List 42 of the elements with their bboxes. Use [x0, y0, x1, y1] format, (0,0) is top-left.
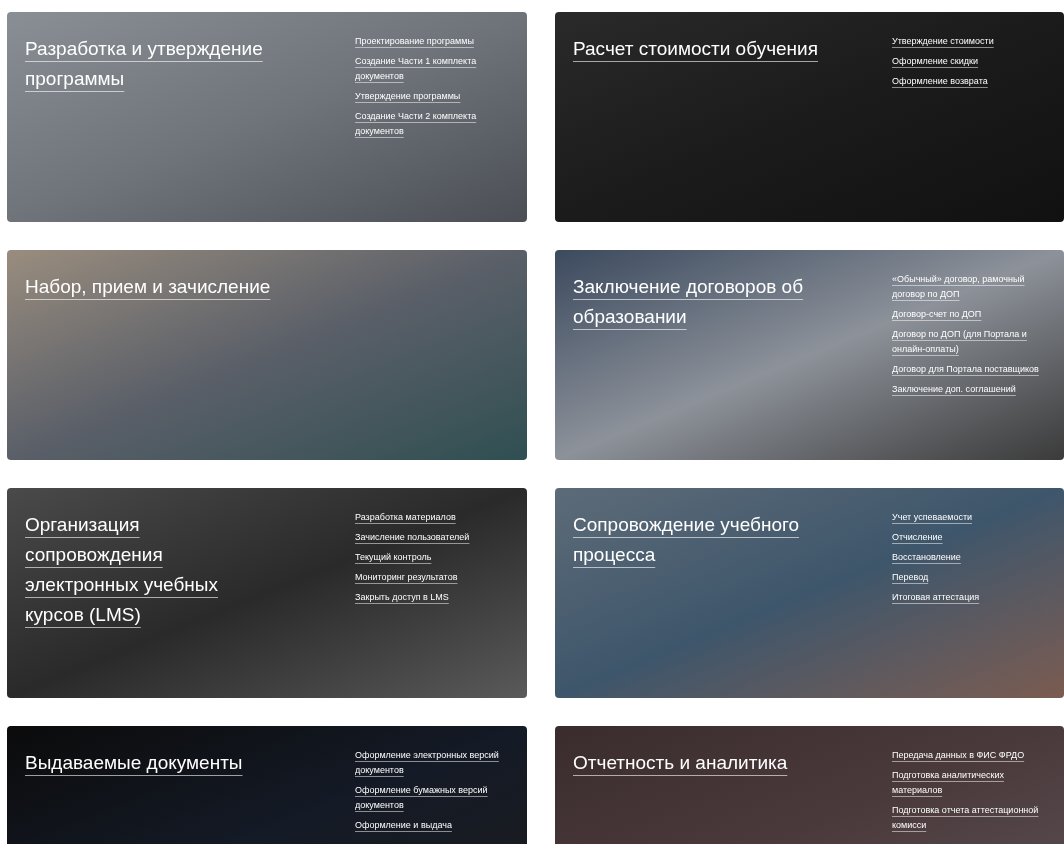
card-title[interactable]: Сопровождение учебного процесса: [573, 510, 828, 570]
card-link[interactable]: Договор по ДОП (для Портала и онлайн-оплаты): [892, 327, 1054, 357]
card-link[interactable]: Оформление возврата: [892, 74, 1054, 89]
card-link[interactable]: Утверждение программы: [355, 89, 517, 104]
card-link[interactable]: Оформление скидки: [892, 54, 1054, 69]
card-title[interactable]: Организация сопровождения электронных учебных курсов (LMS): [25, 510, 280, 630]
card-title[interactable]: Разработка и утверждение программы: [25, 34, 280, 94]
card-link[interactable]: Восстановление: [892, 550, 1054, 565]
card-title[interactable]: Заключение договоров об образовании: [573, 272, 828, 332]
card-link[interactable]: Утверждение стоимости: [892, 34, 1054, 49]
photo-card[interactable]: Сопровождение учебного процесса Учет успеваемости Отчисление Восстановление Перевод Итоговая аттестация: [555, 488, 1064, 698]
card-link[interactable]: Подготовка аналитических материалов: [892, 768, 1054, 798]
card-link[interactable]: Зачисление пользователей: [355, 530, 517, 545]
photo-card[interactable]: Организация сопровождения электронных учебных курсов (LMS) Разработка материалов Зачисление пользователей Текущий контроль Мониторинг результатов Закрыть доступ в LMS: [7, 488, 527, 698]
photo-card[interactable]: Набор, прием и зачисление: [7, 250, 527, 460]
card-link[interactable]: Оформление бумажных версий документов: [355, 783, 517, 813]
card-link[interactable]: Отчисление: [892, 530, 1054, 545]
card-link[interactable]: Мониторинг результатов: [355, 570, 517, 585]
card-link[interactable]: Оформление и выдача: [355, 818, 517, 833]
photo-card[interactable]: [555, 250, 1064, 460]
card-link[interactable]: Заключение доп. соглашений: [892, 382, 1054, 397]
card-link[interactable]: Учет успеваемости: [892, 510, 1054, 525]
card-title[interactable]: Расчет стоимости обучения: [573, 34, 828, 64]
card-link[interactable]: Передача данных в ФИС ФРДО: [892, 748, 1054, 763]
card-link[interactable]: Итоговая аттестация: [892, 590, 1054, 605]
card-title[interactable]: Отчетность и аналитика: [573, 748, 828, 778]
card-link[interactable]: Подготовка отчета аттестационной комисси: [892, 803, 1054, 833]
photo-card[interactable]: Отчетность и аналитика Передача данных в ФИС ФРДО Подготовка аналитических материалов Подготовка отчета аттестационной комисси: [555, 726, 1064, 844]
card-link[interactable]: Закрыть доступ в LMS: [355, 590, 517, 605]
photo-card[interactable]: Расчет стоимости обучения Утверждение стоимости Оформление скидки Оформление возврата: [555, 12, 1064, 222]
card-link[interactable]: Создание Части 2 комплекта документов: [355, 109, 517, 139]
card-link[interactable]: Договор для Портала поставщиков: [892, 362, 1054, 377]
photo-card[interactable]: Разработка и утверждение программы Проектирование программы Создание Части 1 комплекта документов Утверждение программы Создание Части 2 комплекта документов: [7, 12, 527, 222]
card-title[interactable]: Набор, прием и зачисление: [25, 272, 280, 302]
card-title[interactable]: Выдаваемые документы: [25, 748, 280, 778]
card-link[interactable]: Проектирование программы: [355, 34, 517, 49]
photo-card[interactable]: Выдаваемые документы Оформление электронных версий документов Оформление бумажных версий документов Оформление и выдача: [7, 726, 527, 844]
card-link[interactable]: Разработка материалов: [355, 510, 517, 525]
card-link[interactable]: Создание Части 1 комплекта документов: [355, 54, 517, 84]
card-link[interactable]: Текущий контроль: [355, 550, 517, 565]
card-link[interactable]: Оформление электронных версий документов: [355, 748, 517, 778]
card-link[interactable]: Перевод: [892, 570, 1054, 585]
